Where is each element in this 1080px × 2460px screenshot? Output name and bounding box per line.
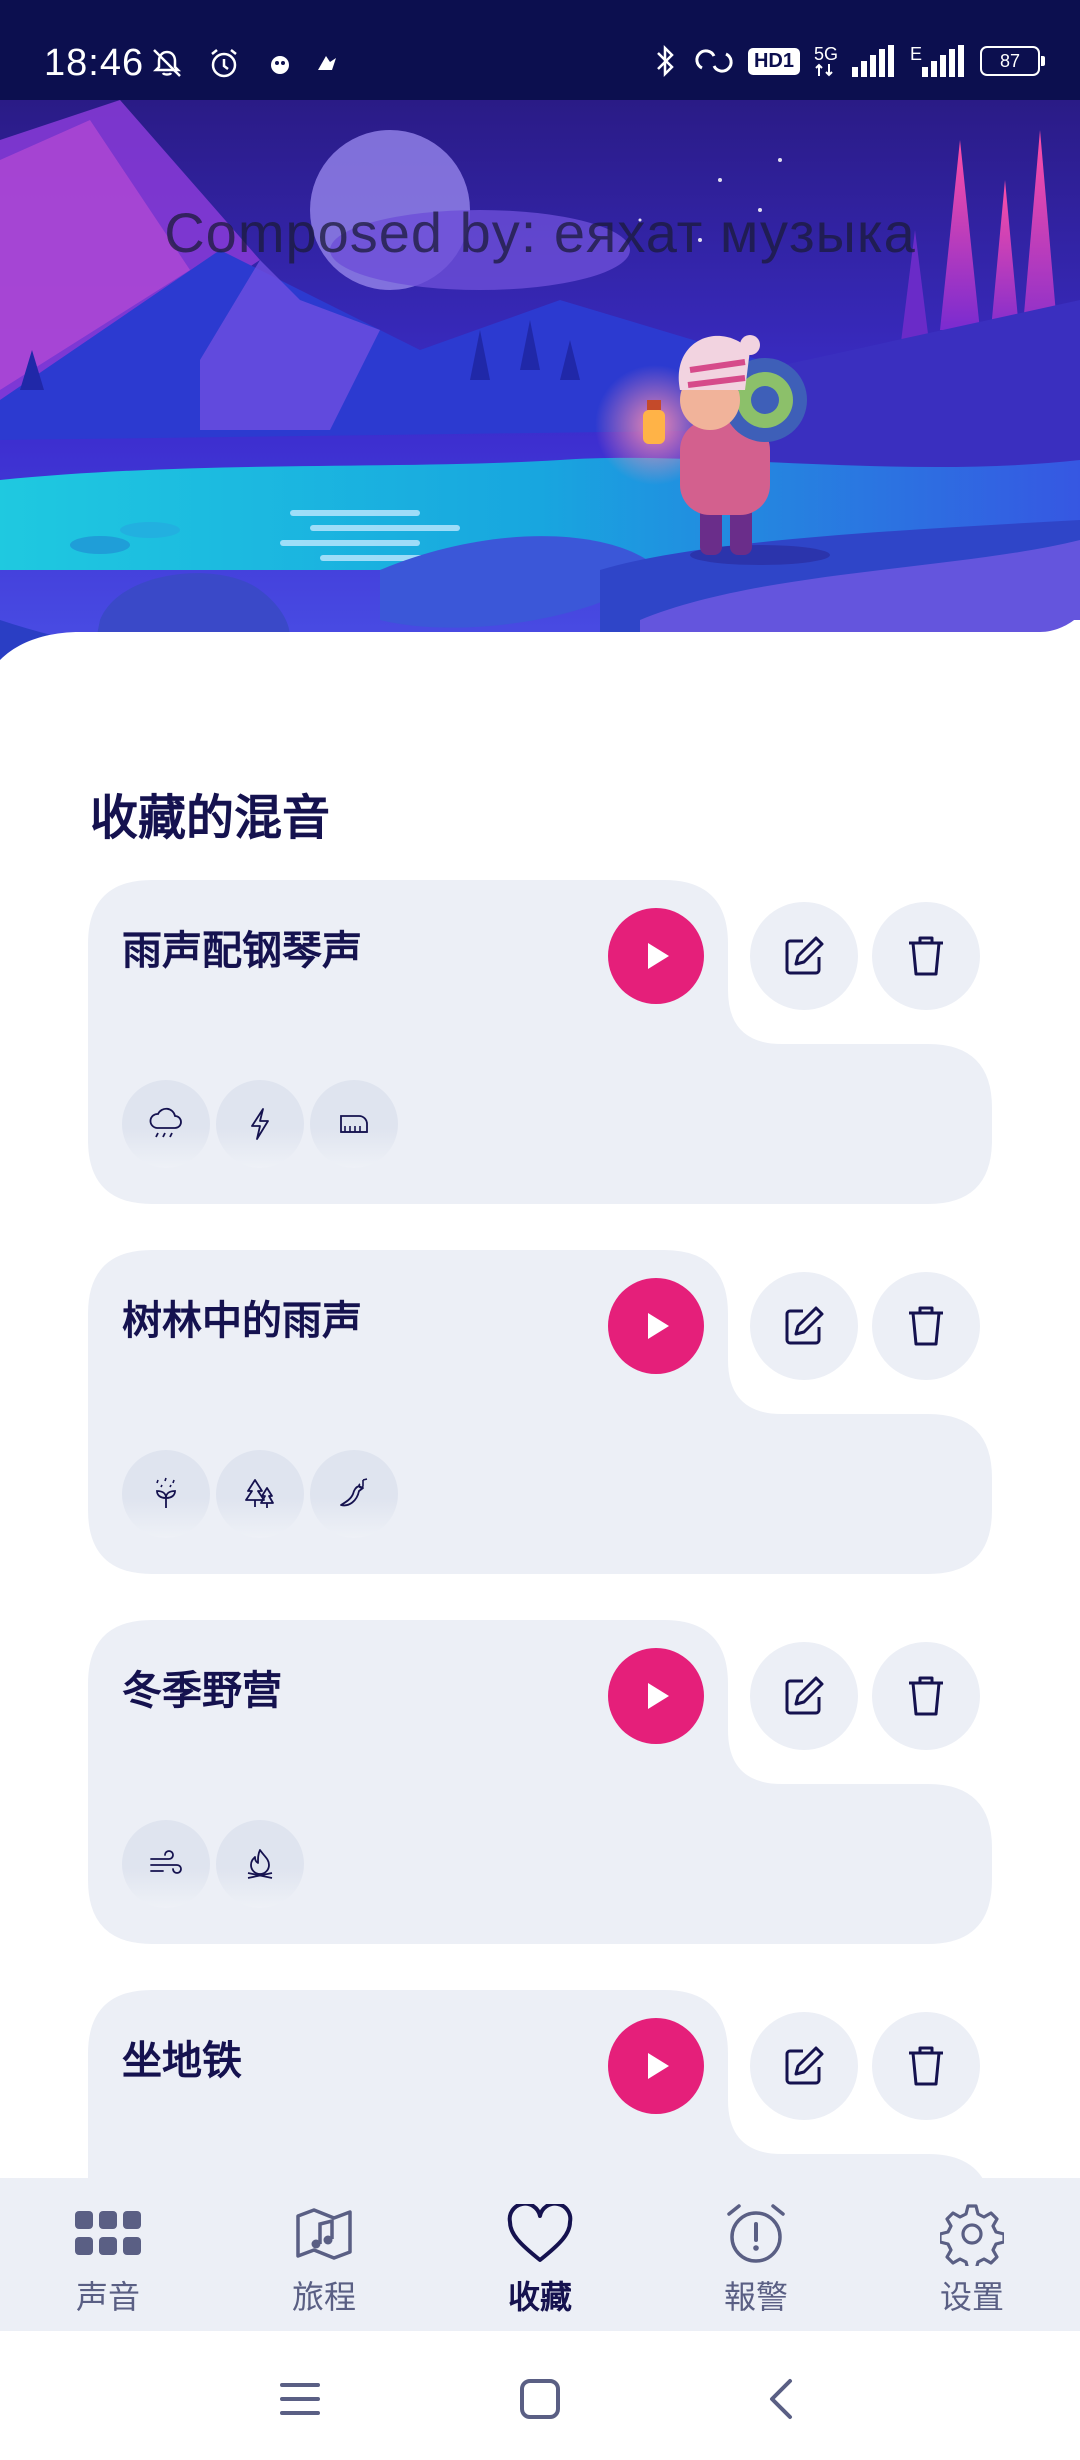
delete-button[interactable] (872, 1272, 980, 1380)
composer-credit: Composed by: еяхат музыка (164, 201, 916, 264)
bird-song-icon (340, 1478, 368, 1507)
bluetooth-icon (657, 44, 674, 78)
sound-chip (216, 1450, 304, 1538)
sprout-rain-icon (156, 1477, 176, 1508)
grid-icon (75, 2211, 141, 2255)
play-icon (648, 1683, 669, 1709)
system-nav-bar (0, 2331, 1080, 2460)
heart-icon-wrap (505, 2202, 575, 2266)
sound-chip (122, 1820, 210, 1908)
status-bar: 18:46 HD1 5G E 87 (0, 0, 1080, 100)
back-button[interactable] (750, 2371, 810, 2427)
map-music-icon-wrap (289, 2202, 359, 2266)
app-notification-icon-2 (318, 56, 336, 70)
gear-icon-wrap (937, 2202, 1007, 2266)
status-right-group: HD1 5G E 87 (650, 44, 1045, 78)
mix-card[interactable]: 冬季野营 (88, 1620, 992, 1944)
nav-label: 收藏 (507, 2278, 572, 2316)
network-5g-label: 5G (813, 44, 838, 64)
mix-card[interactable]: 树林中的雨声 (88, 1250, 992, 1574)
alarm-clock-icon (211, 49, 237, 78)
edit-icon (785, 2046, 824, 2085)
mute-bell-icon (152, 49, 182, 77)
sound-chip (122, 1450, 210, 1538)
play-icon (648, 1313, 669, 1339)
edit-button[interactable] (750, 1272, 858, 1380)
play-icon (648, 943, 669, 969)
sound-chip (216, 1820, 304, 1908)
bottom-nav: 声音 旅程 收藏 報警 设置 (0, 2178, 1080, 2331)
section-title: 收藏的混音 (90, 790, 331, 846)
signal-bars-icon-2 (922, 45, 964, 77)
edit-button[interactable] (750, 902, 858, 1010)
heart-icon (507, 2204, 573, 2262)
nav-label: 设置 (939, 2278, 1004, 2316)
trash-icon (909, 1676, 943, 1716)
edit-icon (785, 1676, 824, 1715)
menu-icon (280, 2383, 320, 2415)
campfire-icon (247, 1849, 273, 1879)
mix-card[interactable]: 雨声配钢琴声 (88, 880, 992, 1204)
hero-illustration: Composed by: еяхат музыка (0, 100, 1080, 670)
home-button[interactable] (510, 2371, 570, 2427)
mix-title: 冬季野营 (122, 1668, 282, 1714)
piano-icon (340, 1115, 368, 1133)
edit-icon (785, 1306, 824, 1345)
edit-button[interactable] (750, 1642, 858, 1750)
hero-curve (0, 620, 1080, 670)
nav-item-favorites[interactable]: 收藏 (432, 2178, 648, 2331)
forest-icon (245, 1479, 274, 1508)
play-icon (648, 2053, 669, 2079)
edit-button[interactable] (750, 2012, 858, 2120)
play-button[interactable] (608, 1278, 704, 1374)
gear-icon (940, 2204, 1004, 2266)
sound-chip (122, 1080, 210, 1168)
sound-chip (310, 1080, 398, 1168)
nav-item-journey[interactable]: 旅程 (216, 2178, 432, 2331)
mix-title: 雨声配钢琴声 (122, 928, 362, 974)
network-e: E (910, 45, 966, 77)
trash-icon (909, 2046, 943, 2086)
nav-item-sounds[interactable]: 声音 (0, 2178, 216, 2331)
rain-cloud-icon (149, 1107, 182, 1138)
delete-button[interactable] (872, 902, 980, 1010)
trash-icon (909, 936, 943, 976)
hotspot-link-icon (695, 49, 733, 73)
map-music-icon (296, 2208, 352, 2260)
nav-label: 報警 (723, 2278, 788, 2316)
app-notification-icon (271, 56, 289, 74)
back-chevron-icon (770, 2379, 792, 2419)
sound-chip (310, 1450, 398, 1538)
delete-button[interactable] (872, 2012, 980, 2120)
nav-item-alarm[interactable]: 報警 (648, 2178, 864, 2331)
network-e-label: E (909, 44, 922, 64)
nav-label: 声音 (75, 2278, 140, 2316)
alarm-icon (727, 2204, 785, 2263)
network-5g: 5G (814, 45, 838, 77)
signal-bars-icon (851, 45, 894, 77)
delete-button[interactable] (872, 1642, 980, 1750)
mix-title: 树林中的雨声 (122, 1298, 362, 1344)
recent-apps-button[interactable] (270, 2371, 330, 2427)
nav-label: 旅程 (291, 2278, 356, 2316)
wind-icon (150, 1850, 182, 1874)
hd-badge: HD1 (747, 47, 800, 75)
mix-title: 坐地铁 (122, 2038, 242, 2084)
battery-indicator: 87 (980, 46, 1045, 76)
night-lake-illustration (0, 100, 1080, 670)
trash-icon (909, 1306, 943, 1346)
alarm-icon-wrap (721, 2202, 791, 2266)
play-button[interactable] (608, 2018, 704, 2114)
edit-icon (785, 936, 824, 975)
battery-level: 87 (999, 50, 1021, 71)
nav-item-settings[interactable]: 设置 (864, 2178, 1080, 2331)
data-arrows-icon (815, 63, 833, 77)
home-square-icon (520, 2379, 560, 2419)
status-time: 18:46 (44, 42, 145, 84)
play-button[interactable] (608, 1648, 704, 1744)
grid-icon-wrap (73, 2202, 143, 2266)
lightning-icon (251, 1108, 269, 1140)
play-button[interactable] (608, 908, 704, 1004)
sound-chip (216, 1080, 304, 1168)
